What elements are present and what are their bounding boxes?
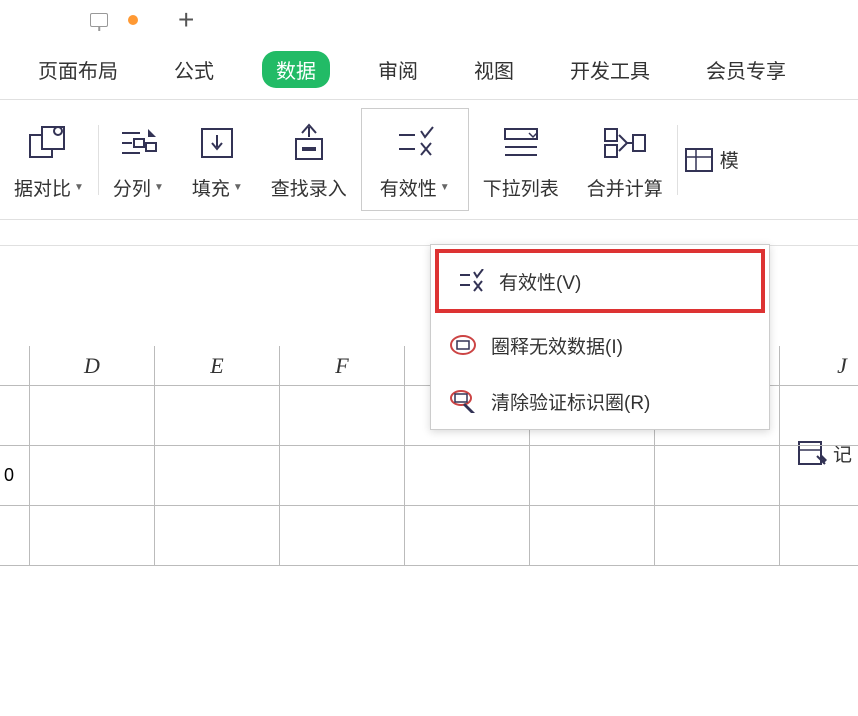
- cell[interactable]: [155, 446, 280, 505]
- caret-down-icon: ▼: [154, 182, 164, 193]
- col-header-blank[interactable]: [0, 346, 30, 385]
- cell[interactable]: [280, 386, 405, 445]
- simulate-label: 模: [720, 146, 739, 173]
- col-header-j[interactable]: J: [780, 346, 858, 385]
- col-header-d[interactable]: D: [30, 346, 155, 385]
- caret-down-icon: ▼: [74, 182, 84, 193]
- cell[interactable]: [280, 506, 405, 565]
- tab-formula[interactable]: 公式: [166, 51, 222, 88]
- menu-item-circle-invalid-label: 圈释无效数据(I): [491, 332, 623, 359]
- validity-label: 有效性: [380, 174, 437, 201]
- title-bar: +: [0, 0, 858, 40]
- merge-calc-button[interactable]: 合并计算: [573, 108, 677, 211]
- cell[interactable]: [780, 386, 858, 445]
- validity-button[interactable]: 有效性▼: [361, 108, 469, 211]
- validity-icon: [457, 267, 485, 295]
- formula-bar[interactable]: [0, 220, 858, 246]
- find-input-icon: [290, 118, 328, 168]
- dropdown-list-icon: [501, 118, 541, 168]
- tab-review[interactable]: 审阅: [370, 51, 426, 88]
- merge-calc-icon: [603, 118, 647, 168]
- new-tab-button[interactable]: +: [178, 4, 194, 36]
- cell[interactable]: [0, 386, 30, 445]
- cell[interactable]: [0, 506, 30, 565]
- col-header-e[interactable]: E: [155, 346, 280, 385]
- modified-dot-icon: [128, 15, 138, 25]
- validity-dropdown: 有效性(V) 圈释无效数据(I) 清除验证标识圈(R): [430, 244, 770, 430]
- cell[interactable]: [30, 386, 155, 445]
- find-input-button[interactable]: 查找录入: [257, 108, 361, 211]
- data-compare-button[interactable]: 据对比▼: [0, 108, 98, 211]
- cell[interactable]: [655, 506, 780, 565]
- cell[interactable]: [530, 506, 655, 565]
- menu-item-validity-label: 有效性(V): [499, 268, 581, 295]
- simulate-icon: [684, 135, 714, 185]
- data-compare-label: 据对比: [14, 174, 71, 201]
- split-column-button[interactable]: 分列▼: [99, 108, 178, 211]
- cell[interactable]: [405, 506, 530, 565]
- cell[interactable]: 0: [0, 446, 30, 505]
- clear-circles-icon: [449, 387, 477, 415]
- cell[interactable]: [155, 506, 280, 565]
- doc-tab[interactable]: [90, 13, 138, 27]
- dropdown-list-button[interactable]: 下拉列表: [469, 108, 573, 211]
- menu-item-clear-circles-label: 清除验证标识圈(R): [491, 388, 650, 415]
- validity-icon: [395, 118, 435, 168]
- fill-button[interactable]: 填充▼: [178, 108, 257, 211]
- cell[interactable]: [780, 506, 858, 565]
- caret-down-icon: ▼: [233, 182, 243, 193]
- cell[interactable]: [405, 446, 530, 505]
- table-row: 0: [0, 446, 858, 506]
- cell[interactable]: [780, 446, 858, 505]
- cell[interactable]: [155, 386, 280, 445]
- menu-item-circle-invalid[interactable]: 圈释无效数据(I): [431, 317, 769, 373]
- col-header-f[interactable]: F: [280, 346, 405, 385]
- tab-developer[interactable]: 开发工具: [562, 51, 658, 88]
- data-compare-icon: [28, 118, 70, 168]
- tab-view[interactable]: 视图: [466, 51, 522, 88]
- split-column-icon: [118, 118, 158, 168]
- dropdown-list-label: 下拉列表: [483, 174, 559, 201]
- presentation-icon: [90, 13, 108, 27]
- ribbon-tabs: 页面布局 公式 数据 审阅 视图 开发工具 会员专享: [0, 40, 858, 100]
- toolbar: 据对比▼ 分列▼ 填充▼ 查找录入 有效性▼ 下拉列表 合并计算: [0, 100, 858, 220]
- simulate-button[interactable]: 模: [678, 108, 745, 211]
- tab-member[interactable]: 会员专享: [698, 51, 794, 88]
- fill-icon: [198, 118, 236, 168]
- cell[interactable]: [530, 446, 655, 505]
- cell[interactable]: [30, 506, 155, 565]
- caret-down-icon: ▼: [440, 182, 450, 193]
- merge-calc-label: 合并计算: [587, 174, 663, 201]
- cell[interactable]: [280, 446, 405, 505]
- menu-item-clear-circles[interactable]: 清除验证标识圈(R): [431, 373, 769, 429]
- menu-item-validity[interactable]: 有效性(V): [435, 249, 765, 313]
- tab-page-layout[interactable]: 页面布局: [30, 51, 126, 88]
- circle-invalid-icon: [449, 331, 477, 359]
- split-column-label: 分列: [113, 174, 151, 201]
- fill-label: 填充: [192, 174, 230, 201]
- cell[interactable]: [30, 446, 155, 505]
- table-row: [0, 506, 858, 566]
- cell[interactable]: [655, 446, 780, 505]
- find-input-label: 查找录入: [271, 174, 347, 201]
- tab-data[interactable]: 数据: [262, 51, 330, 88]
